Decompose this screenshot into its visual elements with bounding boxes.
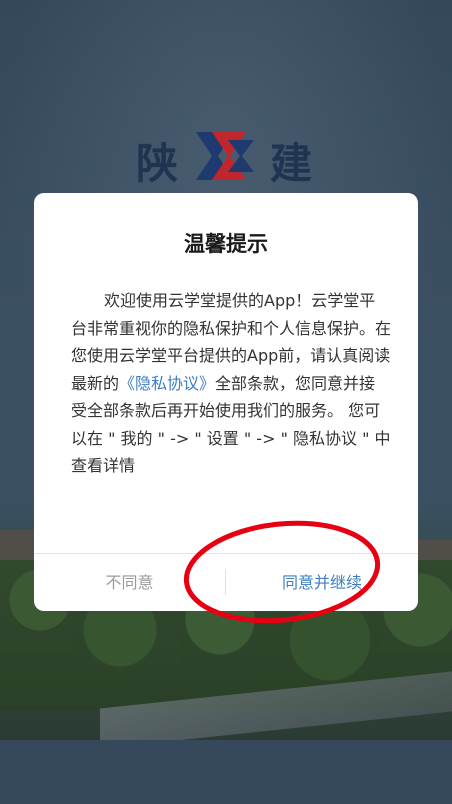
agree-continue-button[interactable]: 同意并继续 (226, 554, 418, 611)
disagree-button[interactable]: 不同意 (34, 554, 225, 611)
logo-right-char: 建 (270, 139, 313, 188)
dialog-body: 欢迎使用云学堂提供的App！云学堂平台非常重视你的隐私保护和个人信息保护。在您使… (71, 287, 391, 480)
dialog-title: 温馨提示 (184, 232, 268, 256)
logo-left-char: 陕 (136, 139, 179, 188)
app-logo: 陕 建 (0, 122, 452, 192)
logo-mark-icon (196, 132, 254, 180)
bottom-band (0, 740, 452, 804)
privacy-policy-link[interactable]: 《隐私协议》 (119, 374, 215, 393)
privacy-dialog: 温馨提示 欢迎使用云学堂提供的App！云学堂平台非常重视你的隐私保护和个人信息保… (34, 193, 418, 611)
